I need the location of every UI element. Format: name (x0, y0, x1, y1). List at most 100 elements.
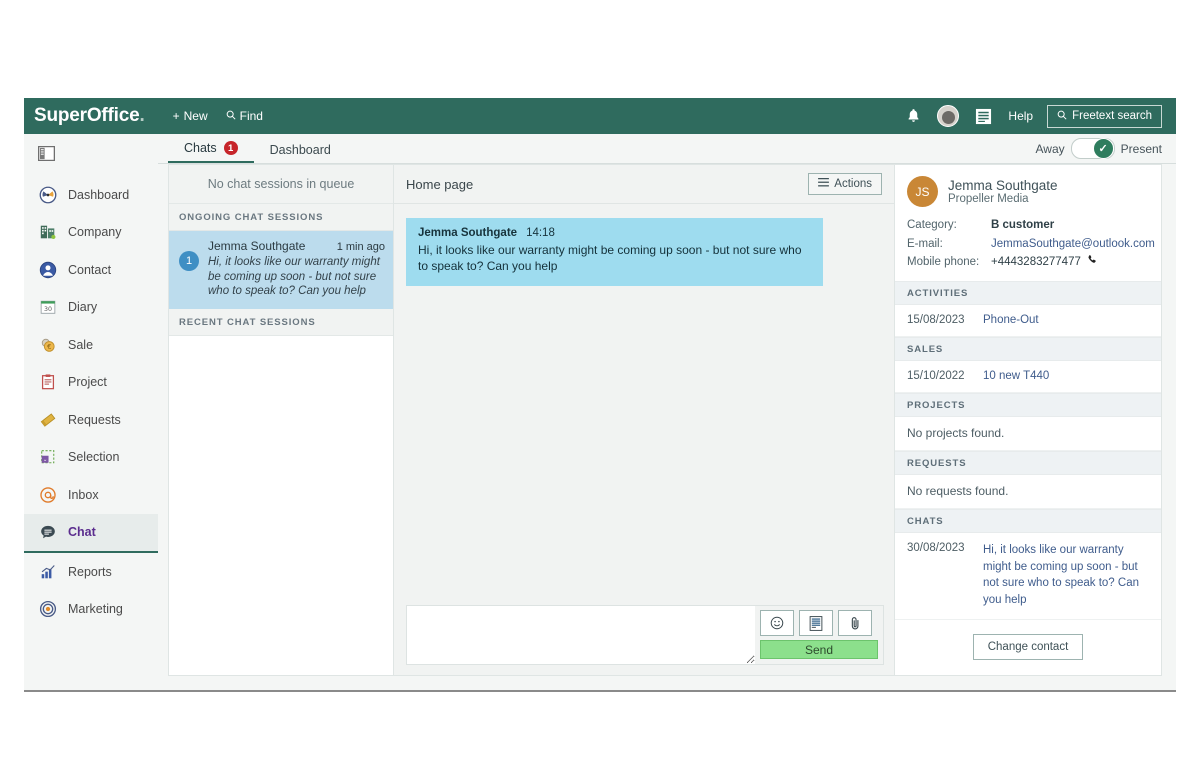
contact-field-email: E-mail: JemmaSouthgate@outlook.com (907, 235, 1155, 254)
ongoing-sessions-header: Ongoing chat sessions (169, 204, 393, 231)
table-row[interactable]: 30/08/2023 Hi, it looks like our warrant… (895, 533, 1161, 620)
svg-text:30: 30 (43, 306, 51, 313)
app-body: Dashboard Company Contact 30 Diary € Sal… (24, 134, 1176, 690)
smiley-face-icon[interactable] (760, 610, 794, 636)
contact-details-pane: JS Jemma Southgate Propeller Media Categ… (895, 164, 1162, 676)
sidebar-item-label: Reports (68, 564, 112, 579)
sidebar-item-company[interactable]: Company (24, 214, 158, 252)
actions-button[interactable]: Actions (808, 173, 882, 195)
app-bottom-divider (24, 690, 1176, 692)
marketing-target-icon (38, 600, 57, 619)
phone-icon[interactable] (1087, 253, 1098, 272)
unread-count-badge: 1 (179, 251, 199, 271)
chat-sessions-pane: No chat sessions in queue Ongoing chat s… (168, 164, 394, 676)
composer-toolbar: Send (755, 606, 883, 664)
help-link[interactable]: Help (1008, 109, 1033, 123)
chat-message-bubble: Jemma Southgate 14:18 Hi, it looks like … (406, 218, 823, 286)
row-date: 30/08/2023 (907, 541, 965, 554)
section-header-sales: Sales (895, 336, 1161, 361)
sidebar-item-label: Project (68, 375, 107, 390)
sidebar-item-label: Selection (68, 450, 120, 465)
sidebar-item-diary[interactable]: 30 Diary (24, 289, 158, 327)
contact-person-icon (38, 260, 57, 279)
reports-bar-chart-icon (38, 562, 57, 581)
sidebar-item-marketing[interactable]: Marketing (24, 591, 158, 629)
hamburger-menu-icon[interactable] (975, 108, 992, 125)
composer-inner: Send (406, 605, 884, 665)
table-row[interactable]: 15/10/2022 10 new T440 (895, 361, 1161, 393)
table-row[interactable]: 15/08/2023 Phone-Out (895, 305, 1161, 337)
sidebar-item-inbox[interactable]: Inbox (24, 476, 158, 514)
superoffice-logo[interactable]: SuperOffice. (34, 105, 145, 127)
svg-text:€: € (47, 343, 51, 351)
freetext-search-button[interactable]: Freetext search (1047, 104, 1162, 128)
composer-tool-row (760, 610, 878, 636)
actions-button-label: Actions (834, 178, 872, 190)
field-value: +4443283277477 (991, 256, 1081, 269)
new-button[interactable]: + New (173, 109, 208, 123)
session-message-snippet: Hi, it looks like our warranty might be … (208, 256, 380, 298)
tab-label: Chats (184, 141, 217, 155)
document-template-icon[interactable] (799, 610, 833, 636)
freetext-search-label: Freetext search (1072, 110, 1152, 122)
session-timestamp: 1 min ago (336, 241, 385, 253)
projects-empty-message: No projects found. (895, 417, 1161, 451)
sidebar-item-contact[interactable]: Contact (24, 251, 158, 289)
field-label: Category: (907, 219, 957, 231)
logo-text: SuperOffice (34, 105, 140, 126)
bell-icon[interactable] (906, 108, 921, 124)
sidebar-item-label: Contact (68, 262, 112, 277)
find-button[interactable]: Find (226, 109, 263, 123)
contact-company[interactable]: Propeller Media (948, 193, 1058, 205)
change-contact-button[interactable]: Change contact (972, 633, 1084, 660)
message-meta: Jemma Southgate 14:18 (418, 227, 811, 239)
sidebar-item-reports[interactable]: Reports (24, 553, 158, 591)
chat-conversation-pane: Home page Actions Jemma Southgate 14:18 … (394, 164, 895, 676)
section-header-requests: Requests (895, 450, 1161, 475)
dashboard-gauge-icon (38, 185, 57, 204)
tab-chats[interactable]: Chats 1 (168, 141, 254, 163)
contact-name[interactable]: Jemma Southgate (948, 178, 1058, 194)
message-input[interactable] (407, 606, 755, 664)
sidebar-item-chat[interactable]: Chat (24, 513, 158, 553)
send-button[interactable]: Send (760, 640, 878, 659)
svg-text:⌄: ⌄ (42, 457, 47, 463)
contact-header: JS Jemma Southgate Propeller Media (895, 165, 1161, 207)
panel-layout-icon[interactable] (24, 138, 158, 176)
tab-dashboard[interactable]: Dashboard (254, 143, 347, 163)
chat-header: Home page Actions (394, 165, 894, 204)
recent-sessions-header: Recent chat sessions (169, 309, 393, 337)
presence-toggle[interactable]: ✓ (1070, 138, 1115, 159)
sidebar-item-label: Requests (68, 412, 121, 427)
logo-dot: . (139, 105, 145, 126)
sidebar-item-requests[interactable]: Requests (24, 401, 158, 439)
sidebar-item-project[interactable]: Project (24, 364, 158, 402)
contact-fields: Category: B customer E-mail: JemmaSouthg… (895, 207, 1161, 281)
contact-identity: Jemma Southgate Propeller Media (948, 178, 1058, 206)
paperclip-icon[interactable] (838, 610, 872, 636)
message-text: Hi, it looks like our warranty might be … (418, 243, 802, 274)
list-item[interactable]: 1 Jemma Southgate 1 min ago Hi, it looks… (169, 231, 393, 310)
contact-field-category: Category: B customer (907, 216, 1149, 235)
sidebar-item-label: Diary (68, 300, 98, 315)
tab-bar: Chats 1 Dashboard Away ✓ Present (158, 134, 1176, 164)
session-contact-name: Jemma Southgate (208, 239, 306, 253)
panes-container: No chat sessions in queue Ongoing chat s… (158, 164, 1176, 690)
presence-toggle-group: Away ✓ Present (1035, 138, 1162, 159)
chat-bubble-icon (38, 523, 57, 542)
message-sender: Jemma Southgate (418, 227, 518, 239)
plus-icon: + (172, 109, 180, 123)
company-building-icon (38, 223, 57, 242)
presence-away-label: Away (1035, 141, 1065, 156)
field-value[interactable]: JemmaSouthgate@outlook.com (991, 235, 1155, 254)
avatar: JS (907, 176, 938, 207)
row-value: Phone-Out (983, 313, 1039, 326)
user-avatar-icon[interactable] (937, 105, 960, 127)
section-header-projects: Projects (895, 392, 1161, 417)
chat-message-list[interactable]: Jemma Southgate 14:18 Hi, it looks like … (394, 204, 894, 597)
sidebar-item-dashboard[interactable]: Dashboard (24, 176, 158, 214)
row-date: 15/08/2023 (907, 313, 965, 326)
sidebar-item-sale[interactable]: € Sale (24, 326, 158, 364)
sidebar-item-selection[interactable]: ⌄ Selection (24, 439, 158, 477)
queue-empty-message: No chat sessions in queue (169, 165, 393, 204)
